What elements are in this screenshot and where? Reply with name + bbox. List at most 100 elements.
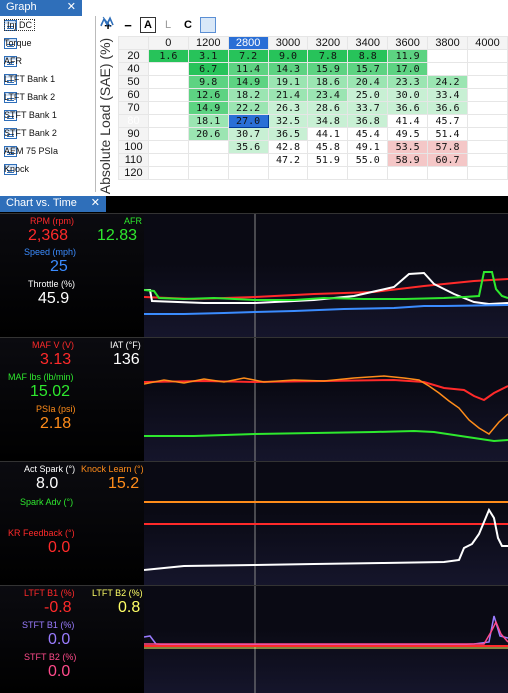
table-cell[interactable]: 45.7: [427, 114, 468, 128]
table-cell[interactable]: 41.4: [387, 114, 429, 128]
column-header[interactable]: 3400: [347, 36, 389, 50]
table-cell[interactable]: 15.7: [347, 62, 389, 76]
table-cell[interactable]: 45.4: [347, 127, 389, 141]
column-header[interactable]: 3000: [267, 36, 309, 50]
table-cell[interactable]: [467, 49, 508, 63]
table-cell[interactable]: [387, 166, 429, 180]
table-cell[interactable]: 42.8: [267, 140, 309, 154]
row-header[interactable]: 100: [118, 140, 149, 154]
table-cell[interactable]: 21.4: [267, 88, 309, 102]
table-cell[interactable]: 36.6: [427, 101, 468, 115]
line-chart-alt-icon[interactable]: [100, 16, 236, 33]
table-cell[interactable]: 57.8: [427, 140, 468, 154]
list-item[interactable]: Torque: [0, 34, 95, 52]
graph-tab[interactable]: Graph ✕: [0, 0, 82, 16]
table-cell[interactable]: 22.2: [227, 101, 269, 115]
table-cell[interactable]: 18.6: [307, 75, 349, 89]
column-header[interactable]: 2800: [227, 36, 269, 50]
table-cell[interactable]: 36.5: [267, 127, 309, 141]
table-cell[interactable]: 20.6: [187, 127, 229, 141]
list-item[interactable]: Inj DC: [0, 16, 95, 34]
table-cell[interactable]: [227, 166, 269, 180]
table-cell[interactable]: 25.0: [347, 88, 389, 102]
column-header[interactable]: 3200: [307, 36, 349, 50]
row-header[interactable]: 80: [118, 114, 149, 128]
table-cell[interactable]: [147, 62, 189, 76]
table-cell[interactable]: 7.8: [307, 49, 349, 63]
table-cell[interactable]: 6.7: [187, 62, 229, 76]
table-cell[interactable]: [467, 75, 508, 89]
row-header[interactable]: 60: [118, 88, 149, 102]
table-cell[interactable]: 30.0: [387, 88, 429, 102]
list-item[interactable]: LTFT Bank 2: [0, 88, 95, 106]
table-cell[interactable]: 47.2: [267, 153, 309, 167]
table-cell[interactable]: 9.0: [267, 49, 309, 63]
table-cell[interactable]: 14.3: [267, 62, 309, 76]
column-header[interactable]: 4000: [467, 36, 508, 50]
table-cell[interactable]: 18.2: [227, 88, 269, 102]
zoom-out-button[interactable]: −: [120, 17, 136, 33]
list-item[interactable]: STFT Bank 1: [0, 106, 95, 124]
row-header[interactable]: 120: [118, 166, 149, 180]
table-cell[interactable]: 15.9: [307, 62, 349, 76]
table-cell[interactable]: 14.9: [187, 101, 229, 115]
table-cell[interactable]: [187, 166, 229, 180]
table-cell[interactable]: 9.8: [187, 75, 229, 89]
chart-tab[interactable]: Chart vs. Time ✕: [0, 196, 106, 212]
column-header[interactable]: 3800: [427, 36, 468, 50]
table-cell[interactable]: [147, 101, 189, 115]
table-cell[interactable]: 18.1: [187, 114, 229, 128]
l-button[interactable]: L: [160, 17, 176, 33]
table-cell[interactable]: [227, 153, 269, 167]
table-cell[interactable]: 51.9: [307, 153, 349, 167]
column-header[interactable]: 0: [147, 36, 189, 50]
table-cell[interactable]: [427, 62, 468, 76]
table-cell[interactable]: 44.1: [307, 127, 349, 141]
table-cell[interactable]: [147, 75, 189, 89]
table-cell[interactable]: [307, 166, 349, 180]
table-cell[interactable]: [427, 49, 468, 63]
table-cell[interactable]: 24.2: [427, 75, 468, 89]
table-cell[interactable]: 51.4: [427, 127, 468, 141]
table-cell[interactable]: [467, 101, 508, 115]
list-item[interactable]: AFR: [0, 52, 95, 70]
table-cell[interactable]: [467, 62, 508, 76]
table-cell[interactable]: [467, 153, 508, 167]
table-cell[interactable]: 32.5: [267, 114, 309, 128]
table-cell[interactable]: [467, 166, 508, 180]
table-cell[interactable]: 20.4: [347, 75, 389, 89]
row-header[interactable]: 50: [118, 75, 149, 89]
column-header[interactable]: 3600: [387, 36, 429, 50]
strip-plot[interactable]: [144, 214, 508, 338]
table-cell[interactable]: [267, 166, 309, 180]
strip-plot[interactable]: [144, 586, 508, 693]
table-cell[interactable]: 7.2: [227, 49, 269, 63]
fuel-map-table[interactable]: 0 1200 2800 3000 3200 3400 3600 3800 4000 20 1.6 3.…: [118, 36, 508, 180]
table-cell[interactable]: [147, 127, 189, 141]
close-icon[interactable]: ✕: [67, 0, 76, 13]
table-cell[interactable]: 49.5: [387, 127, 429, 141]
table-cell[interactable]: 30.7: [227, 127, 269, 141]
list-item[interactable]: Knock: [0, 160, 95, 178]
list-item[interactable]: AEM 75 PSIa: [0, 142, 95, 160]
list-item[interactable]: LTFT Bank 1: [0, 70, 95, 88]
c-button[interactable]: C: [180, 17, 196, 33]
table-cell[interactable]: [147, 153, 189, 167]
row-header[interactable]: 70: [118, 101, 149, 115]
table-cell[interactable]: 55.0: [347, 153, 389, 167]
column-header[interactable]: 1200: [187, 36, 229, 50]
table-cell[interactable]: [467, 127, 508, 141]
table-cell[interactable]: [467, 140, 508, 154]
table-cell[interactable]: [187, 140, 229, 154]
table-cell[interactable]: 33.4: [427, 88, 468, 102]
table-cell[interactable]: 19.1: [267, 75, 309, 89]
table-cell[interactable]: 17.0: [387, 62, 429, 76]
table-cell[interactable]: [467, 88, 508, 102]
table-cell[interactable]: 36.6: [387, 101, 429, 115]
table-cell[interactable]: 53.5: [387, 140, 429, 154]
table-cell[interactable]: 11.9: [387, 49, 429, 63]
table-cell[interactable]: [427, 166, 468, 180]
row-header[interactable]: 110: [118, 153, 149, 167]
table-cell[interactable]: [347, 166, 389, 180]
row-header[interactable]: 20: [118, 49, 149, 63]
